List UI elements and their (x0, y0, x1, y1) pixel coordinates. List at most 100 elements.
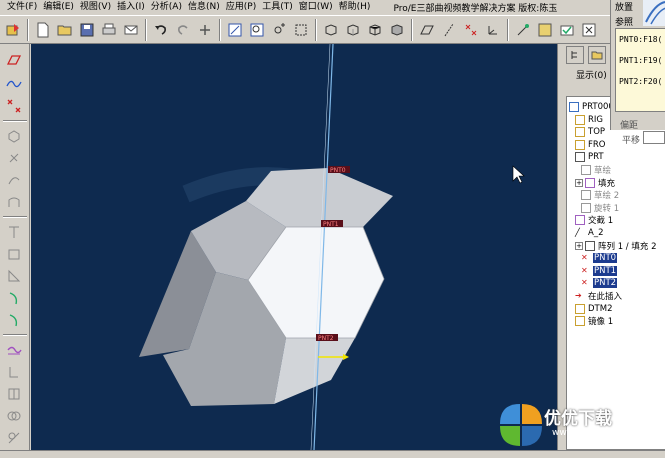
menu-help[interactable]: 帮助(H) (336, 0, 374, 15)
menu-edit[interactable]: 编辑(E) (40, 0, 77, 15)
hole-button[interactable] (2, 222, 26, 242)
csys-display-button[interactable] (483, 20, 503, 40)
tree-item[interactable]: ✕ PNT2 (581, 277, 618, 289)
tab-references[interactable]: 参照 (615, 15, 633, 28)
folder-tab[interactable] (588, 46, 606, 64)
menu-window[interactable]: 窗口(W) (296, 0, 336, 15)
merge-icon (7, 411, 21, 421)
datum-point-icon (7, 99, 21, 113)
redo-button[interactable] (173, 20, 193, 40)
no-hidden-button[interactable] (365, 20, 385, 40)
mirror-button[interactable] (2, 384, 26, 404)
expand-toggle[interactable]: + (575, 241, 583, 250)
mouse-cursor-icon (512, 165, 525, 184)
tree-item[interactable]: DTM2 (575, 303, 613, 315)
tree-item-label: RIG (588, 114, 603, 125)
menu-applications[interactable]: 应用(P) (223, 0, 259, 15)
shading-button[interactable] (387, 20, 407, 40)
menu-analysis[interactable]: 分析(A) (148, 0, 185, 15)
tree-item[interactable]: 草绘 (581, 164, 612, 176)
show-menu[interactable]: 显示(0) (576, 68, 607, 81)
arrow-head-icon (343, 354, 349, 360)
blend-button[interactable] (2, 192, 26, 212)
model-tree-tab[interactable] (566, 46, 584, 64)
tree-item-label: PRT (588, 152, 604, 163)
graphics-viewport[interactable]: PNT0 PNT1 PNT2 (31, 44, 557, 450)
merge-button[interactable] (2, 406, 26, 426)
tree-item[interactable]: TOP (575, 126, 606, 138)
undo-button[interactable] (151, 20, 171, 40)
tree-item[interactable]: 交截 1 (575, 214, 614, 226)
references-list[interactable]: PNT0:F18( PNT1:F19( PNT2:F20( (615, 28, 665, 112)
tree-item[interactable]: ➔ 在此插入 (575, 290, 623, 302)
reference-item[interactable]: PNT2:F20( (619, 72, 665, 92)
datum-axis-tool-button[interactable] (2, 74, 26, 94)
tree-item-label: TOP (588, 127, 606, 138)
draft-button[interactable] (2, 288, 26, 308)
datum-plane-display-button[interactable] (417, 20, 437, 40)
repaint-button[interactable] (225, 20, 245, 40)
datum-point-display-button[interactable] (461, 20, 481, 40)
wireframe-button[interactable] (321, 20, 341, 40)
pattern-button[interactable] (2, 362, 26, 382)
axis-icon: ╱ (575, 228, 580, 237)
print-button[interactable] (99, 20, 119, 40)
tree-item[interactable]: 草绘 2 (581, 189, 620, 201)
extrude-button[interactable] (2, 126, 26, 146)
zoom-out-button[interactable] (269, 20, 289, 40)
sweep-button[interactable] (2, 170, 26, 190)
menu-tools[interactable]: 工具(T) (259, 0, 296, 15)
tree-item-label: 交截 1 (588, 216, 614, 227)
tree-item[interactable]: ╱ A_2 (575, 227, 604, 239)
tree-item[interactable]: ✕ PNT0 (581, 252, 618, 264)
zoom-in-button[interactable] (247, 20, 267, 40)
trim-button[interactable] (2, 428, 26, 448)
tree-item-label: FRO (588, 139, 606, 150)
open-button[interactable] (55, 20, 75, 40)
toolbar-separator (27, 18, 29, 41)
regen-button[interactable] (3, 20, 23, 40)
tree-item[interactable]: PRT (575, 151, 605, 163)
tree-item[interactable]: PRT000 (569, 101, 615, 113)
translate-input[interactable] (643, 131, 665, 144)
save-button[interactable] (77, 20, 97, 40)
tree-item[interactable]: 镜像 1 (575, 315, 614, 327)
expand-toggle[interactable]: + (575, 178, 583, 187)
datum-axis-display-button[interactable] (439, 20, 459, 40)
tab-placement[interactable]: 放置 (615, 0, 633, 13)
refit-button[interactable] (291, 20, 311, 40)
tree-item[interactable]: FRO (575, 139, 607, 151)
close-window-button[interactable] (579, 20, 599, 40)
reference-item[interactable]: PNT1:F19( (619, 51, 665, 71)
reference-item[interactable]: PNT0:F18( (619, 30, 665, 50)
saved-views-button[interactable] (535, 20, 555, 40)
point-label-pnt1: PNT1 (323, 221, 339, 228)
menu-file[interactable]: 文件(F) (4, 0, 40, 15)
round-icon (9, 314, 18, 327)
datum-point-tool-button[interactable] (2, 96, 26, 116)
hidden-line-button[interactable] (343, 20, 363, 40)
chamfer-button[interactable] (2, 340, 26, 360)
menu-view[interactable]: 视图(V) (77, 0, 114, 15)
menu-insert[interactable]: 插入(I) (114, 0, 148, 15)
datum-dialog: 放置 参照 PNT0:F18( PNT1:F19( PNT2:F20( (610, 0, 665, 130)
menu-info[interactable]: 信息(N) (185, 0, 223, 15)
revolve-button[interactable] (2, 148, 26, 168)
tree-item[interactable]: ✕ PNT1 (581, 265, 618, 277)
tree-item[interactable]: + 填充 (575, 177, 616, 189)
tree-item[interactable]: + 阵列 1 / 填充 2 (575, 240, 658, 252)
datum-plane-icon (6, 55, 22, 65)
new-button[interactable] (33, 20, 53, 40)
tree-item[interactable]: RIG (575, 114, 604, 126)
shell-button[interactable] (2, 244, 26, 264)
datum-point-icon (465, 24, 477, 35)
rib-button[interactable] (2, 266, 26, 286)
layers-button[interactable] (557, 20, 577, 40)
watermark-logo-blue (500, 404, 520, 424)
tree-item[interactable]: 旋转 1 (581, 202, 620, 214)
datum-plane-tool-button[interactable] (2, 50, 26, 70)
round-button[interactable] (2, 310, 26, 330)
regenerate-button[interactable] (195, 20, 215, 40)
spin-center-button[interactable] (513, 20, 533, 40)
email-button[interactable] (121, 20, 141, 40)
